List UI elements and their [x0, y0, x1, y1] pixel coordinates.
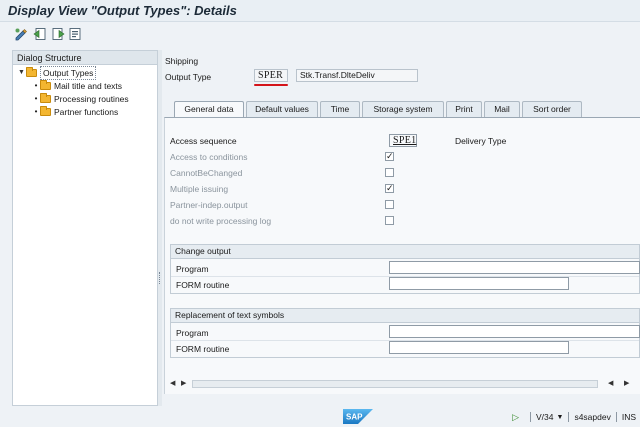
tab-print[interactable]: Print — [446, 101, 482, 117]
tab-sort-order[interactable]: Sort order — [522, 101, 582, 117]
change-output-form-label: FORM routine — [176, 280, 230, 290]
folder-icon — [40, 106, 51, 116]
replacement-program-field[interactable] — [389, 325, 640, 338]
cannot-be-changed-checkbox[interactable] — [385, 168, 394, 177]
replacement-title: Replacement of text symbols — [171, 309, 639, 323]
edit-toggle-icon[interactable] — [14, 27, 28, 41]
tab-default-values[interactable]: Default values — [246, 101, 318, 117]
scroll-track[interactable] — [192, 380, 598, 388]
cannot-be-changed-label: CannotBeChanged — [170, 168, 243, 178]
tree-item-output-types[interactable]: ▼ Output Types — [18, 66, 97, 80]
tree-item-partner-functions[interactable]: • Partner functions — [32, 106, 118, 118]
access-sequence-description: Delivery Type — [455, 136, 507, 146]
output-type-label: Output Type — [165, 72, 212, 82]
multiple-issuing-label: Multiple issuing — [170, 184, 229, 194]
status-info: ▷ V/34 ▼ s4sapdev INS — [512, 411, 640, 423]
bullet-icon: • — [34, 81, 38, 90]
separator — [615, 412, 617, 422]
tab-time[interactable]: Time — [320, 101, 360, 117]
access-to-conditions-checkbox[interactable]: ✓ — [385, 151, 394, 161]
checkmark-icon: ✓ — [386, 151, 394, 161]
tree-item-label: Mail title and texts — [54, 81, 123, 91]
multiple-issuing-checkbox[interactable]: ✓ — [385, 183, 394, 193]
replacement-form-field[interactable] — [389, 341, 569, 354]
sap-logo-text: SAP — [346, 413, 363, 422]
output-type-field[interactable]: SPER — [254, 69, 288, 82]
separator — [530, 412, 531, 422]
folder-icon — [40, 80, 51, 90]
checkmark-icon: ✓ — [386, 183, 394, 193]
replacement-program-label: Program — [176, 328, 209, 338]
change-output-program-field[interactable] — [389, 261, 640, 274]
scroll-left-end-icon[interactable]: ◀ — [608, 378, 613, 390]
folder-icon — [26, 67, 37, 77]
play-icon[interactable]: ▷ — [512, 412, 519, 423]
splitter-grip-icon[interactable] — [159, 272, 161, 284]
insert-mode[interactable]: INS — [622, 412, 636, 422]
replacement-form-label: FORM routine — [176, 344, 230, 354]
tree-item-processing-routines[interactable]: • Processing routines — [32, 93, 129, 105]
scroll-left-icon[interactable]: ◀ — [170, 378, 175, 390]
access-sequence-field[interactable]: SPE1 — [389, 134, 417, 147]
change-output-program-label: Program — [176, 264, 209, 274]
access-sequence-label: Access sequence — [170, 136, 237, 146]
system-name: s4sapdev — [574, 412, 611, 422]
access-to-conditions-label: Access to conditions — [170, 152, 248, 162]
scroll-right-icon[interactable]: ▶ — [181, 378, 186, 390]
bullet-icon: • — [34, 94, 38, 103]
dialog-structure-header: Dialog Structure — [13, 51, 157, 65]
status-bar: SAP ▷ V/34 ▼ s4sapdev INS — [0, 407, 640, 427]
next-entry-icon[interactable] — [51, 27, 65, 41]
tree-item-label: Processing routines — [54, 94, 129, 104]
scroll-right-end-icon[interactable]: ▶ — [624, 378, 629, 390]
horizontal-scrollbar[interactable]: ◀ ▶ ◀ ▶ — [168, 378, 640, 390]
folder-icon — [40, 93, 51, 103]
session-indicator[interactable]: V/34 — [536, 412, 554, 422]
previous-entry-icon[interactable] — [33, 27, 47, 41]
bullet-icon: • — [34, 107, 38, 116]
output-type-description-field[interactable]: Stk.Transf.DlteDeliv — [296, 69, 418, 82]
change-output-title: Change output — [171, 245, 639, 259]
tree-item-mail-title-texts[interactable]: • Mail title and texts — [32, 80, 122, 92]
tree-item-label: Partner functions — [54, 107, 119, 117]
tab-storage-system[interactable]: Storage system — [362, 101, 444, 117]
no-processing-log-checkbox[interactable] — [385, 216, 394, 225]
application-toolbar — [0, 22, 640, 46]
dialog-structure-panel: Dialog Structure ▼ Output Types • Mail t… — [12, 50, 158, 406]
tree-item-label: Output Types — [40, 66, 97, 80]
separator — [568, 412, 570, 422]
partner-indep-output-label: Partner-indep.output — [170, 200, 248, 210]
no-processing-log-label: do not write processing log — [170, 216, 272, 226]
partner-indep-output-checkbox[interactable] — [385, 200, 394, 209]
change-output-form-field[interactable] — [389, 277, 569, 290]
session-dropdown-icon[interactable]: ▼ — [557, 414, 564, 421]
expand-arrow-icon[interactable]: ▼ — [18, 67, 26, 79]
tab-general-data[interactable]: General data — [174, 101, 244, 117]
panel-splitter[interactable] — [158, 50, 162, 406]
section-label: Shipping — [165, 56, 199, 66]
other-entry-icon[interactable] — [68, 27, 82, 41]
tab-mail[interactable]: Mail — [484, 101, 520, 117]
sap-logo-icon: SAP — [343, 409, 373, 424]
title-bar: Display View "Output Types": Details — [0, 0, 640, 22]
page-title: Display View "Output Types": Details — [8, 3, 237, 18]
highlight-underline — [254, 84, 288, 86]
